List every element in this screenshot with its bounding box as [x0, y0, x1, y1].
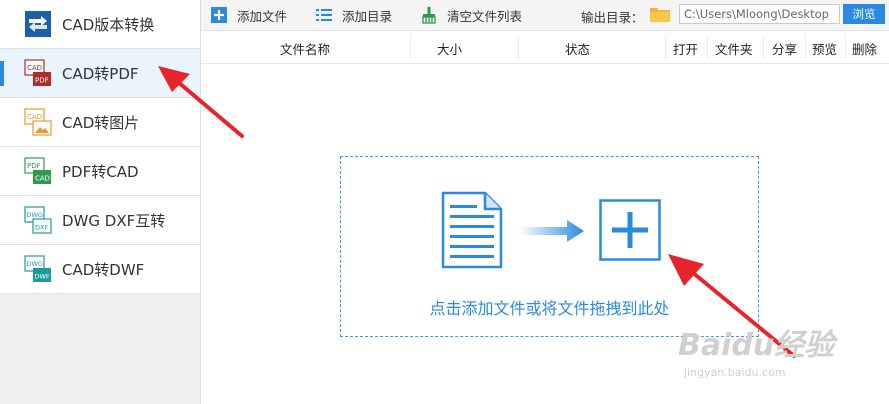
sidebar-item-label: CAD转图片 — [62, 113, 140, 132]
column-divider — [410, 35, 411, 59]
sidebar-item-label: CAD转DWF — [62, 260, 145, 279]
watermark: Baidu经验 jingyan.baidu.com — [678, 300, 868, 390]
add-folder-button[interactable]: 添加目录 — [315, 4, 392, 26]
svg-text:DWG: DWG — [27, 260, 43, 268]
folder-icon[interactable] — [649, 5, 671, 23]
svg-text:PDF: PDF — [27, 162, 41, 170]
clear-list-button[interactable]: 清空文件列表 — [420, 4, 522, 26]
watermark-text: Baidu经验 — [678, 328, 835, 363]
svg-text:PDF: PDF — [35, 77, 49, 85]
sidebar-item-label: PDF转CAD — [62, 162, 139, 181]
svg-text:CAD: CAD — [35, 175, 50, 183]
sidebar-item-cad-to-image[interactable]: CAD CAD转图片 — [0, 98, 200, 147]
sidebar-item-pdf-to-cad[interactable]: PDF CAD PDF转CAD — [0, 147, 200, 196]
column-header-share: 分享 — [772, 42, 798, 57]
column-header-filename: 文件名称 — [280, 42, 331, 57]
sidebar: CAD版本转换 CAD PDF CAD转PDF CAD CAD转图片 PDF C… — [0, 0, 201, 404]
sidebar-item-cad-version-convert[interactable]: CAD版本转换 — [0, 0, 200, 49]
sidebar-item-label: CAD转PDF — [62, 64, 139, 83]
sidebar-item-label: DWG DXF互转 — [62, 211, 166, 230]
sidebar-item-cad-to-dwf[interactable]: DWG DWF CAD转DWF — [0, 245, 200, 294]
watermark-url: jingyan.baidu.com — [684, 366, 786, 379]
browse-button[interactable]: 浏览 — [843, 4, 885, 24]
column-divider — [845, 35, 846, 59]
arrow-right-icon — [519, 220, 584, 242]
svg-text:DWG: DWG — [27, 211, 43, 219]
svg-text:CAD: CAD — [27, 64, 42, 72]
svg-text:DWF: DWF — [35, 273, 50, 281]
cad-version-convert-icon — [25, 11, 51, 37]
cad-to-dwf-icon: DWG DWF — [24, 255, 51, 282]
cad-to-image-icon: CAD — [24, 108, 52, 136]
dwg-dxf-convert-icon: DWG DXF — [24, 206, 52, 234]
sidebar-item-label: CAD版本转换 — [62, 15, 155, 34]
add-file-button[interactable]: 添加文件 — [210, 4, 287, 26]
cad-to-pdf-icon: CAD PDF — [24, 59, 51, 86]
add-icon — [599, 199, 661, 261]
column-divider — [665, 35, 666, 59]
file-table-header: 文件名称 大小 状态 打开 文件夹 分享 预览 删除 — [201, 31, 889, 64]
add-file-icon — [211, 7, 227, 23]
column-divider — [707, 35, 708, 59]
list-icon — [316, 9, 332, 21]
svg-text:DXF: DXF — [35, 224, 48, 232]
pdf-to-cad-icon: PDF CAD — [24, 157, 51, 184]
column-header-status: 状态 — [565, 42, 591, 57]
column-divider — [805, 35, 806, 59]
document-icon — [441, 191, 503, 269]
column-header-delete: 删除 — [852, 42, 878, 57]
sidebar-item-dwg-dxf-convert[interactable]: DWG DXF DWG DXF互转 — [0, 196, 200, 245]
column-header-preview: 预览 — [812, 42, 838, 57]
svg-text:CAD: CAD — [27, 113, 42, 121]
output-dir-label: 输出目录： — [581, 10, 644, 25]
column-header-open: 打开 — [673, 42, 699, 57]
toolbar: 添加文件 添加目录 清空文件列表 输出目录： C:\Users\Mloong\D… — [201, 0, 889, 31]
output-path-field[interactable]: C:\Users\Mloong\Desktop — [679, 4, 840, 24]
column-divider — [763, 35, 764, 59]
sidebar-item-cad-to-pdf[interactable]: CAD PDF CAD转PDF — [0, 49, 200, 98]
broom-icon — [422, 7, 436, 24]
column-divider — [518, 35, 519, 59]
column-header-size: 大小 — [437, 42, 463, 57]
column-header-folder: 文件夹 — [715, 42, 753, 57]
